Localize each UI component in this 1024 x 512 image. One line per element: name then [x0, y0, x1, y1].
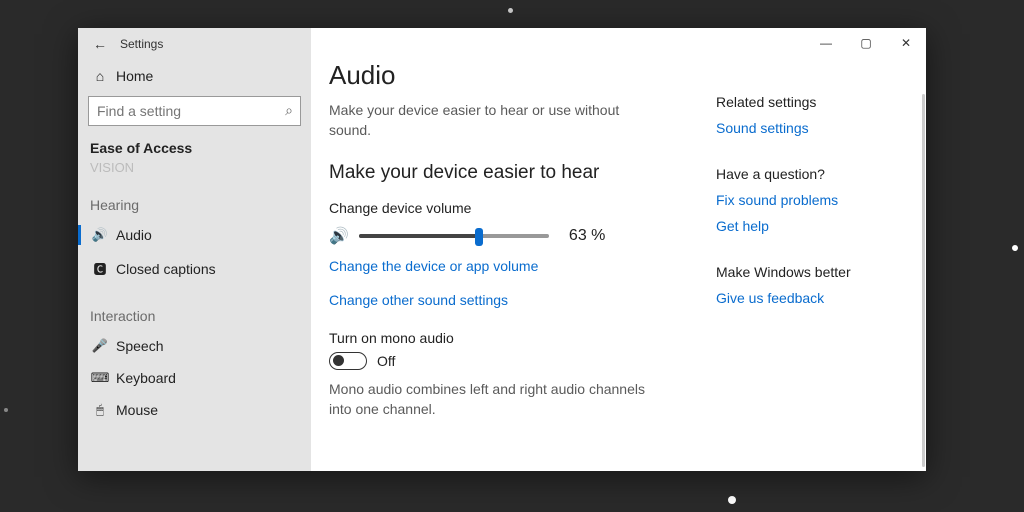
sidebar-item-label: Mouse: [116, 402, 158, 418]
mic-icon: 🎤: [90, 338, 110, 354]
sidebar-item-label: Speech: [116, 338, 163, 354]
mono-audio-toggle[interactable]: [329, 352, 367, 370]
sidebar-item-speech[interactable]: 🎤 Speech: [78, 330, 311, 362]
speaker-icon: 🔊: [90, 227, 110, 243]
toggle-knob: [333, 355, 344, 366]
group-hearing: Hearing: [78, 175, 311, 219]
mono-audio-title: Turn on mono audio: [329, 330, 698, 346]
volume-value: 63 %: [569, 227, 605, 245]
sidebar-item-label: Keyboard: [116, 370, 176, 386]
titlebar: ← Settings: [78, 28, 311, 60]
nav-home-label: Home: [116, 68, 153, 84]
link-other-sound[interactable]: Change other sound settings: [329, 292, 698, 308]
link-sound-settings[interactable]: Sound settings: [716, 120, 914, 136]
volume-row: 🔊 63 %: [329, 226, 698, 246]
sidebar-item-label: Closed captions: [116, 261, 216, 277]
back-icon: ←: [93, 36, 107, 52]
sidebar-item-audio[interactable]: 🔊 Audio: [78, 219, 311, 251]
sidebar: ← Settings ⌂ Home ⌕ Ease of Access Visio…: [78, 28, 311, 471]
mono-audio-state: Off: [377, 353, 395, 369]
mouse-icon: 🖱: [90, 402, 110, 418]
sidebar-item-closed-captions[interactable]: 🅲 Closed captions: [78, 251, 311, 286]
volume-icon: 🔊: [329, 226, 349, 246]
page-description: Make your device easier to hear or use w…: [329, 101, 639, 140]
sidebar-item-keyboard[interactable]: ⌨ Keyboard: [78, 362, 311, 394]
page-title: Audio: [329, 60, 698, 91]
group-interaction: Interaction: [78, 286, 311, 330]
back-button[interactable]: ←: [86, 30, 114, 58]
sidebar-cutoff-item: Vision: [78, 158, 311, 175]
window-title: Settings: [120, 37, 163, 51]
volume-slider[interactable]: [359, 234, 549, 238]
captions-icon: 🅲: [90, 259, 110, 278]
keyboard-icon: ⌨: [90, 370, 110, 386]
mono-audio-desc: Mono audio combines left and right audio…: [329, 380, 659, 419]
make-windows-better-title: Make Windows better: [716, 264, 914, 280]
have-question-title: Have a question?: [716, 166, 914, 182]
content-area: — ▢ ✕ Audio Make your device easier to h…: [311, 28, 926, 471]
link-get-help[interactable]: Get help: [716, 218, 914, 234]
main-panel: Audio Make your device easier to hear or…: [311, 28, 716, 471]
related-settings-title: Related settings: [716, 94, 914, 110]
link-feedback[interactable]: Give us feedback: [716, 290, 914, 306]
section-easier-to-hear: Make your device easier to hear: [329, 162, 698, 184]
settings-window: ← Settings ⌂ Home ⌕ Ease of Access Visio…: [78, 28, 926, 471]
sidebar-item-mouse[interactable]: 🖱 Mouse: [78, 394, 311, 426]
link-fix-sound[interactable]: Fix sound problems: [716, 192, 914, 208]
aside-panel: Related settings Sound settings Have a q…: [716, 28, 926, 471]
scrollbar[interactable]: [922, 94, 925, 467]
nav-home[interactable]: ⌂ Home: [78, 60, 311, 92]
link-app-volume[interactable]: Change the device or app volume: [329, 258, 698, 274]
search-icon: ⌕: [285, 102, 293, 119]
sidebar-item-label: Audio: [116, 227, 152, 243]
search-input[interactable]: [88, 96, 301, 126]
volume-label: Change device volume: [329, 200, 698, 216]
home-icon: ⌂: [90, 68, 110, 84]
section-heading: Ease of Access: [78, 132, 311, 160]
